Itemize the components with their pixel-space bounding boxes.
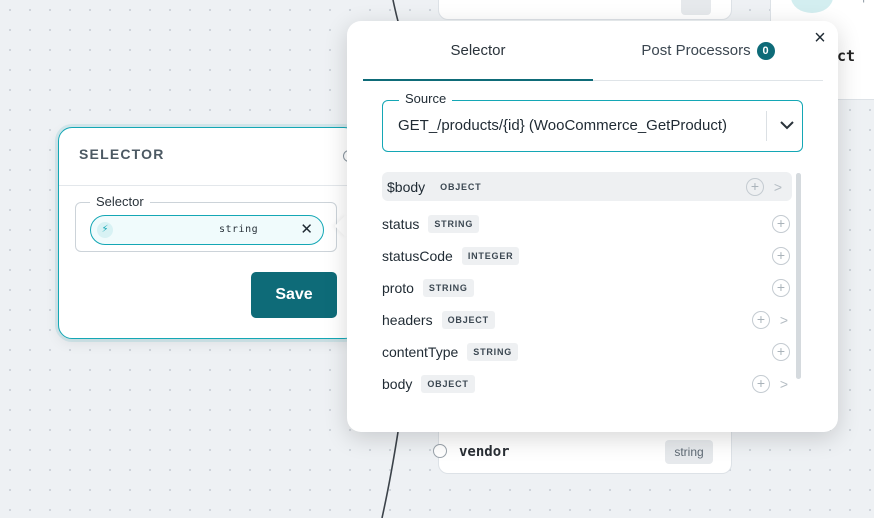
selector-field: Selector ⚡ string ✕ (75, 194, 337, 252)
field-type-badge: OBJECT (440, 181, 482, 192)
source-label: Source (399, 91, 453, 106)
node-caption: requ (849, 0, 871, 3)
chevron-down-icon[interactable] (777, 113, 797, 137)
list-item[interactable]: status STRING + (382, 208, 792, 240)
tab-label: Selector (450, 41, 506, 59)
remove-chip-button[interactable]: ✕ (300, 221, 313, 239)
node-code-label: ct (837, 47, 856, 65)
selector-popover: × Selector Post Processors 0 Source GET_… (347, 21, 838, 432)
scrollbar[interactable] (796, 173, 801, 379)
type-pill (681, 0, 711, 15)
field-name: statusCode (382, 248, 453, 264)
add-icon[interactable]: + (752, 375, 770, 393)
field-name: body (382, 376, 413, 392)
list-item[interactable]: proto STRING + (382, 272, 792, 304)
field-name: vendor (459, 444, 510, 460)
list-item[interactable]: $body OBJECT + > (382, 172, 792, 201)
field-type-badge: OBJECT (441, 311, 495, 329)
field-name: status (382, 216, 420, 232)
count-badge: 0 (756, 41, 775, 60)
avatar (791, 0, 833, 13)
field-name: $body (387, 178, 426, 195)
source-select[interactable]: Source GET_/products/{id} (WooCommerce_G… (382, 91, 803, 152)
list-item[interactable]: headers OBJECT + > (382, 304, 792, 336)
divider (766, 111, 767, 141)
tab-selector[interactable]: Selector (363, 21, 593, 81)
field-list: $body OBJECT + > status STRING + statusC… (382, 172, 792, 400)
add-icon[interactable]: + (772, 279, 790, 297)
card-header: SELECTOR (59, 128, 357, 186)
card-title: SELECTOR (79, 146, 165, 162)
list-item[interactable]: contentType STRING + (382, 336, 792, 368)
tab-post-processors[interactable]: Post Processors 0 (593, 21, 823, 81)
list-item[interactable]: statusCode INTEGER + (382, 240, 792, 272)
scrollbar-thumb[interactable] (796, 173, 801, 379)
chip-type-label: string (219, 224, 259, 235)
save-button[interactable]: Save (251, 272, 337, 318)
add-icon[interactable]: + (772, 343, 790, 361)
chevron-right-icon[interactable]: > (780, 313, 788, 327)
field-type-badge: string (665, 440, 713, 464)
selector-chip[interactable]: ⚡ string ✕ (90, 215, 324, 245)
field-name: contentType (382, 344, 459, 360)
selector-card: SELECTOR Selector ⚡ string ✕ Save (58, 127, 358, 339)
background-node-top[interactable] (438, 0, 732, 20)
port-handle[interactable] (433, 444, 447, 458)
link-icon: ⚡ (97, 222, 113, 238)
chevron-right-icon[interactable]: > (780, 377, 788, 391)
field-type-badge: INTEGER (461, 247, 520, 265)
field-type-badge: OBJECT (421, 375, 475, 393)
add-icon[interactable]: + (772, 215, 790, 233)
source-value: GET_/products/{id} (WooCommerce_GetProdu… (398, 117, 728, 134)
chevron-right-icon[interactable]: > (774, 180, 782, 194)
add-icon[interactable]: + (752, 311, 770, 329)
tab-label: Post Processors (641, 42, 751, 59)
field-type-badge: STRING (422, 279, 474, 297)
selector-field-label: Selector (90, 194, 150, 209)
field-type-badge: STRING (428, 215, 480, 233)
add-icon[interactable]: + (746, 177, 764, 196)
list-item[interactable]: body OBJECT + > (382, 368, 792, 400)
add-icon[interactable]: + (772, 247, 790, 265)
field-name: proto (382, 280, 414, 296)
field-type-badge: STRING (467, 343, 519, 361)
field-name: headers (382, 312, 433, 328)
